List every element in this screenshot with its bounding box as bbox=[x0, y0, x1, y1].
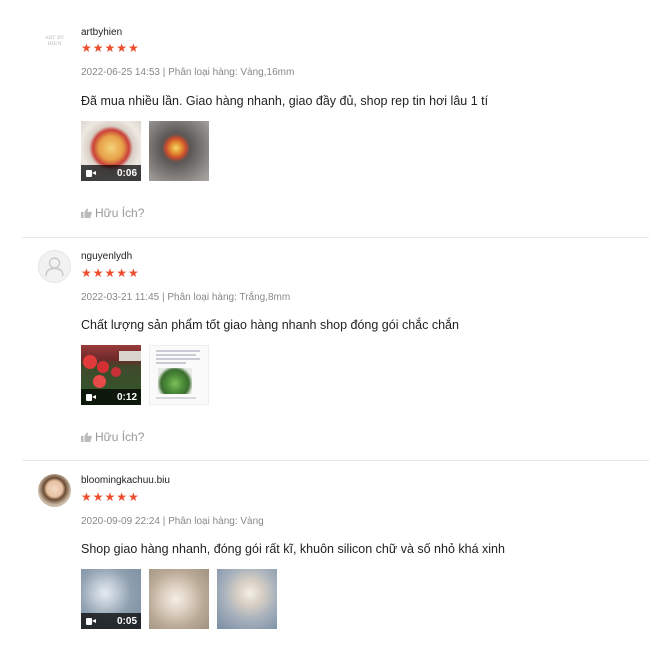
review-image-thumbnail[interactable] bbox=[149, 121, 209, 181]
review-image-thumbnail[interactable] bbox=[149, 345, 209, 405]
avatar[interactable] bbox=[38, 250, 71, 283]
review-media: 0:05 bbox=[81, 569, 277, 629]
video-duration-bar: 0:05 bbox=[81, 613, 141, 629]
review-meta: 2022-03-21 11:45 | Phân loại hàng: Trắng… bbox=[81, 292, 291, 303]
review-image-thumbnail[interactable] bbox=[217, 569, 277, 629]
video-duration-bar: 0:12 bbox=[81, 389, 141, 405]
review-item: ART BY HIEN artbyhien ★★★★★ 2022-06-25 1… bbox=[22, 0, 649, 237]
svg-text:HIEN: HIEN bbox=[47, 41, 62, 47]
video-duration: 0:12 bbox=[116, 391, 137, 403]
helpful-label: Hữu Ích? bbox=[95, 206, 145, 220]
review-item: bloomingkachuu.biu ★★★★★ 2020-09-09 22:2… bbox=[22, 461, 649, 649]
video-duration-bar: 0:06 bbox=[81, 165, 141, 181]
review-meta: 2022-06-25 14:53 | Phân loại hàng: Vàng,… bbox=[81, 67, 295, 78]
review-comment: Shop giao hàng nhanh, đóng gói rất kĩ, k… bbox=[81, 542, 505, 556]
helpful-button[interactable]: Hữu Ích? bbox=[81, 430, 144, 444]
video-duration: 0:05 bbox=[116, 615, 137, 627]
username[interactable]: artbyhien bbox=[81, 27, 122, 38]
rating-stars: ★★★★★ bbox=[81, 41, 140, 55]
review-comment: Chất lượng sản phẩm tốt giao hàng nhanh … bbox=[81, 318, 459, 332]
rating-stars: ★★★★★ bbox=[81, 490, 140, 504]
avatar[interactable] bbox=[38, 474, 71, 507]
avatar[interactable]: ART BY HIEN bbox=[38, 24, 71, 57]
video-camera-icon bbox=[86, 617, 96, 625]
helpful-label: Hữu Ích? bbox=[95, 430, 145, 444]
review-meta: 2020-09-09 22:24 | Phân loại hàng: Vàng bbox=[81, 516, 264, 527]
review-item: nguyenlydh ★★★★★ 2022-03-21 11:45 | Phân… bbox=[22, 238, 649, 460]
thumb-up-icon bbox=[81, 432, 92, 442]
default-user-icon bbox=[45, 257, 64, 277]
review-video-thumbnail[interactable]: 0:06 bbox=[81, 121, 141, 181]
username[interactable]: bloomingkachuu.biu bbox=[81, 475, 170, 486]
helpful-button[interactable]: Hữu Ích? bbox=[81, 206, 144, 220]
review-image-thumbnail[interactable] bbox=[149, 569, 209, 629]
review-video-thumbnail[interactable]: 0:05 bbox=[81, 569, 141, 629]
thumb-up-icon bbox=[81, 208, 92, 218]
video-duration: 0:06 bbox=[116, 167, 137, 179]
review-comment: Đã mua nhiều lần. Giao hàng nhanh, giao … bbox=[81, 94, 489, 108]
review-media: 0:06 bbox=[81, 121, 209, 181]
review-media: 0:12 bbox=[81, 345, 209, 405]
username[interactable]: nguyenlydh bbox=[81, 251, 132, 262]
video-camera-icon bbox=[86, 393, 96, 401]
rating-stars: ★★★★★ bbox=[81, 266, 140, 280]
video-camera-icon bbox=[86, 169, 96, 177]
review-video-thumbnail[interactable]: 0:12 bbox=[81, 345, 141, 405]
